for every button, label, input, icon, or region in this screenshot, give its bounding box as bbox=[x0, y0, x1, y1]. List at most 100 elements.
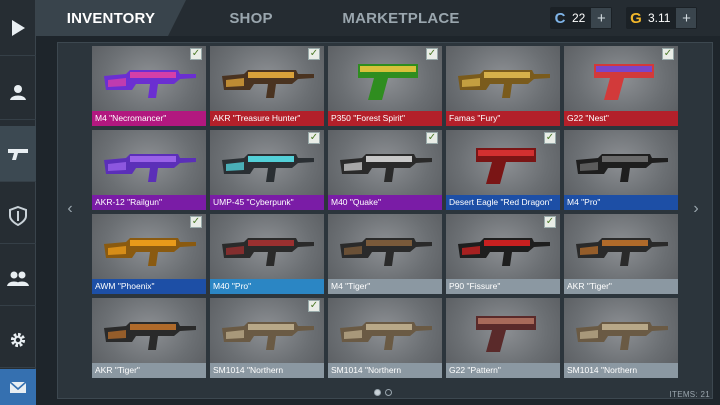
gold-value: 3.11 bbox=[648, 11, 671, 25]
inventory-item[interactable]: ✓ P90 "Fissure" bbox=[446, 214, 560, 294]
item-name: AWM "Phoenix" bbox=[92, 279, 206, 294]
settings-button[interactable] bbox=[0, 312, 36, 368]
next-page-arrow[interactable]: › bbox=[688, 200, 704, 218]
inventory-item[interactable]: ✓ M4 "Necromancer" bbox=[92, 46, 206, 126]
item-name: Desert Eagle "Red Dragon" bbox=[446, 195, 560, 210]
sidebar bbox=[0, 0, 36, 405]
item-name: M40 "Quake" bbox=[328, 195, 442, 210]
page-dot-2[interactable] bbox=[385, 389, 392, 396]
weapon-image bbox=[340, 322, 432, 350]
coin-icon: C bbox=[554, 9, 566, 27]
pistol-icon bbox=[8, 148, 28, 160]
equipped-checkmark-icon: ✓ bbox=[426, 48, 438, 60]
add-gold-button[interactable]: + bbox=[676, 8, 697, 28]
equipped-checkmark-icon: ✓ bbox=[190, 48, 202, 60]
page-indicator bbox=[374, 389, 392, 396]
prev-page-arrow[interactable]: ‹ bbox=[62, 200, 78, 218]
item-name: SM1014 "Northern bbox=[564, 363, 678, 378]
tab-shop[interactable]: SHOP bbox=[201, 0, 301, 36]
play-icon bbox=[12, 19, 25, 36]
weapon-image bbox=[594, 64, 654, 100]
item-name: SM1014 "Northern bbox=[328, 363, 442, 378]
equipped-checkmark-icon: ✓ bbox=[308, 132, 320, 144]
item-name: P350 "Forest Spirit" bbox=[328, 111, 442, 126]
item-name: AKR-12 "Railgun" bbox=[92, 195, 206, 210]
weapon-image bbox=[104, 154, 196, 182]
item-name: AKR "Tiger" bbox=[564, 279, 678, 294]
equipped-checkmark-icon: ✓ bbox=[308, 48, 320, 60]
equipped-checkmark-icon: ✓ bbox=[544, 132, 556, 144]
top-bar: INVENTORY SHOP MARKETPLACE C 22 + G 3.11… bbox=[36, 0, 720, 36]
inventory-item[interactable]: M4 "Pro" bbox=[564, 130, 678, 210]
profile-icon bbox=[10, 84, 26, 100]
inventory-item[interactable]: ✓ UMP-45 "Cyberpunk" bbox=[210, 130, 324, 210]
weapon-image bbox=[576, 238, 668, 266]
weapon-image bbox=[476, 148, 536, 184]
item-name: Famas "Fury" bbox=[446, 111, 560, 126]
mail-icon bbox=[9, 380, 27, 393]
weapon-image bbox=[458, 70, 550, 98]
weapon-image bbox=[222, 238, 314, 266]
item-name: UMP-45 "Cyberpunk" bbox=[210, 195, 324, 210]
weapon-image bbox=[222, 70, 314, 98]
inventory-item[interactable]: AKR "Tiger" bbox=[564, 214, 678, 294]
gold-icon: G bbox=[630, 9, 642, 27]
tab-inventory[interactable]: INVENTORY bbox=[36, 0, 186, 36]
clan-shield-icon bbox=[9, 205, 27, 226]
equipped-checkmark-icon: ✓ bbox=[662, 48, 674, 60]
friends-icon bbox=[7, 271, 29, 286]
inventory-item[interactable]: ✓ SM1014 "Northern bbox=[210, 298, 324, 378]
coins-balance: C 22 + bbox=[550, 7, 613, 29]
item-name: M40 "Pro" bbox=[210, 279, 324, 294]
inventory-item[interactable]: AKR "Tiger" bbox=[92, 298, 206, 378]
weapon-image bbox=[222, 154, 314, 182]
item-name: G22 "Nest" bbox=[564, 111, 678, 126]
weapon-image bbox=[458, 238, 550, 266]
inventory-item[interactable]: ✓ P350 "Forest Spirit" bbox=[328, 46, 442, 126]
inventory-item[interactable]: Famas "Fury" bbox=[446, 46, 560, 126]
friends-button[interactable] bbox=[0, 250, 36, 306]
inventory-item[interactable]: M40 "Pro" bbox=[210, 214, 324, 294]
inventory-item[interactable]: G22 "Pattern" bbox=[446, 298, 560, 378]
item-name: M4 "Pro" bbox=[564, 195, 678, 210]
item-name: P90 "Fissure" bbox=[446, 279, 560, 294]
inventory-item[interactable]: M4 "Tiger" bbox=[328, 214, 442, 294]
items-count: ITEMS: 21 bbox=[669, 390, 710, 399]
weapon-image bbox=[576, 154, 668, 182]
inventory-item[interactable]: ✓ G22 "Nest" bbox=[564, 46, 678, 126]
gold-balance: G 3.11 + bbox=[626, 7, 698, 29]
clan-button[interactable] bbox=[0, 188, 36, 244]
item-name: G22 "Pattern" bbox=[446, 363, 560, 378]
inventory-item[interactable]: SM1014 "Northern bbox=[564, 298, 678, 378]
inventory-item[interactable]: SM1014 "Northern bbox=[328, 298, 442, 378]
item-name: AKR "Tiger" bbox=[92, 363, 206, 378]
weapon-image bbox=[358, 64, 418, 100]
item-name: M4 "Tiger" bbox=[328, 279, 442, 294]
item-name: SM1014 "Northern bbox=[210, 363, 324, 378]
equipped-checkmark-icon: ✓ bbox=[190, 216, 202, 228]
equipped-checkmark-icon: ✓ bbox=[308, 300, 320, 312]
weapon-image bbox=[104, 322, 196, 350]
item-name: AKR "Treasure Hunter" bbox=[210, 111, 324, 126]
weapon-image bbox=[104, 238, 196, 266]
weapon-image bbox=[222, 322, 314, 350]
inventory-item[interactable]: ✓ AKR "Treasure Hunter" bbox=[210, 46, 324, 126]
inventory-item[interactable]: ✓ M40 "Quake" bbox=[328, 130, 442, 210]
inventory-item[interactable]: ✓ AWM "Phoenix" bbox=[92, 214, 206, 294]
profile-button[interactable] bbox=[0, 64, 36, 120]
page-dot-1[interactable] bbox=[374, 389, 381, 396]
equipped-checkmark-icon: ✓ bbox=[544, 216, 556, 228]
weapon-image bbox=[476, 316, 536, 352]
inventory-grid: ✓ M4 "Necromancer" ✓ AKR "Treasure Hunter"… bbox=[92, 46, 678, 378]
play-button[interactable] bbox=[0, 0, 36, 56]
weapon-image bbox=[340, 238, 432, 266]
mail-button[interactable] bbox=[0, 369, 36, 405]
inventory-item[interactable]: AKR-12 "Railgun" bbox=[92, 130, 206, 210]
add-coins-button[interactable]: + bbox=[591, 8, 612, 28]
tab-marketplace[interactable]: MARKETPLACE bbox=[336, 0, 466, 36]
weapons-button[interactable] bbox=[0, 126, 36, 182]
weapon-image bbox=[104, 70, 196, 98]
gear-icon bbox=[10, 332, 26, 347]
equipped-checkmark-icon: ✓ bbox=[426, 132, 438, 144]
inventory-item[interactable]: ✓ Desert Eagle "Red Dragon" bbox=[446, 130, 560, 210]
